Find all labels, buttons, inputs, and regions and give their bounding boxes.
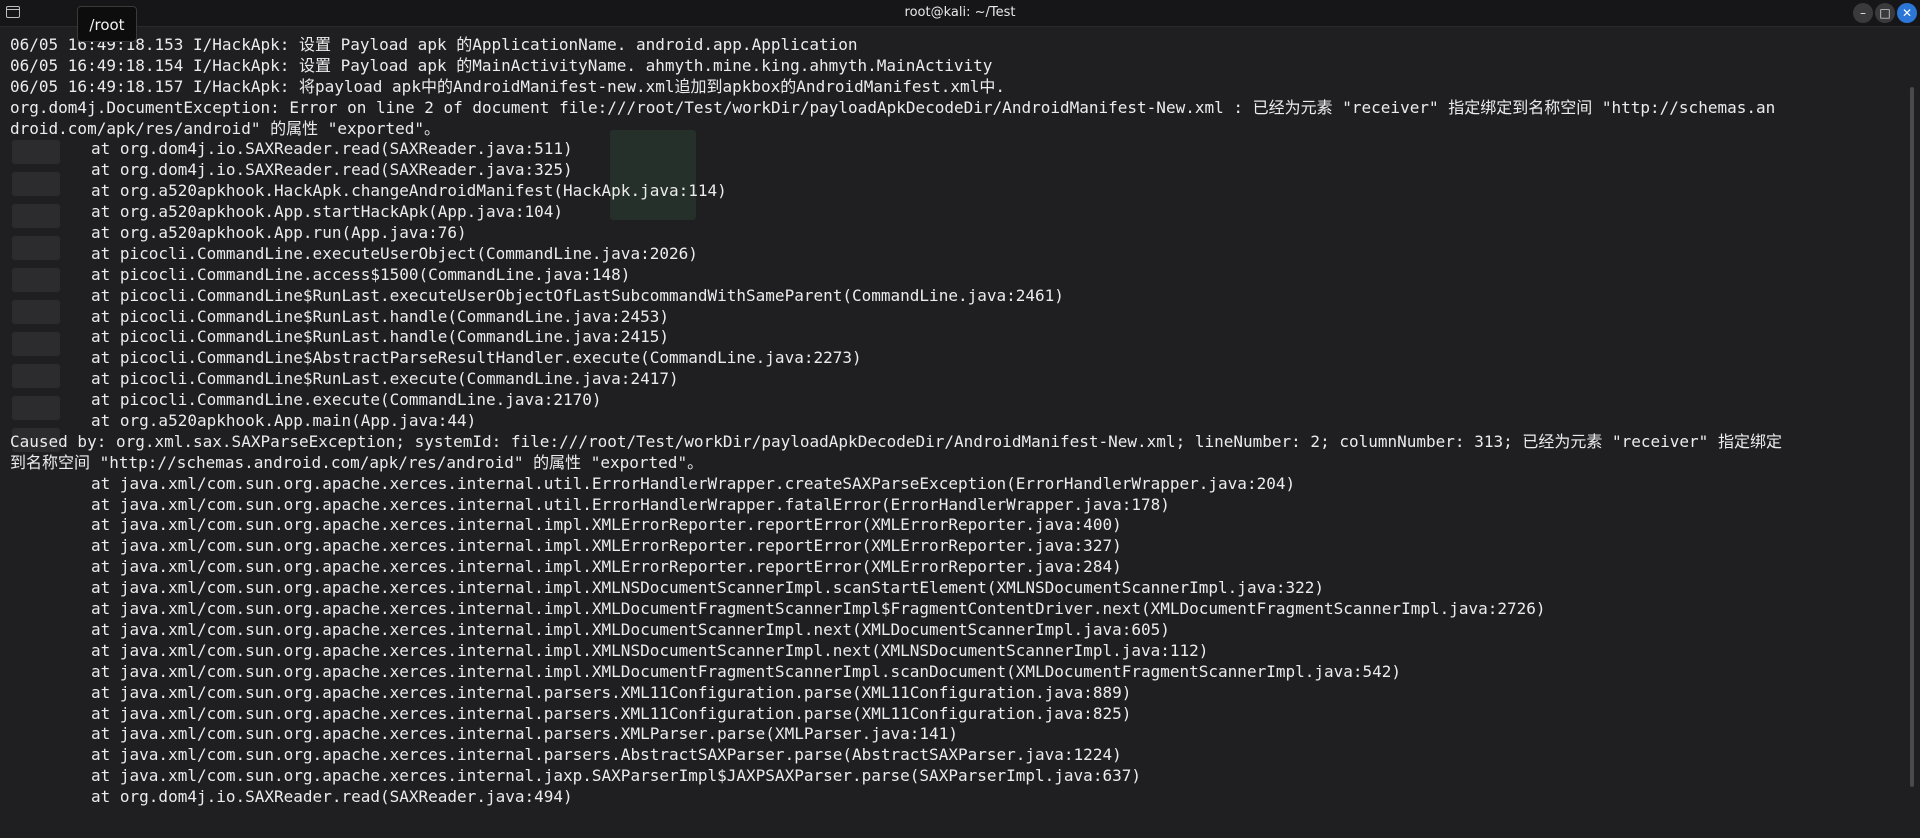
scrollbar-thumb[interactable] [1910,87,1914,787]
stack-frame: at java.xml/com.sun.org.apache.xerces.in… [91,682,1132,702]
stack-frame: at org.a520apkhook.App.main(App.java:44) [91,411,477,431]
stack-frame: at picocli.CommandLine.access$1500(Comma… [91,264,631,284]
stack-frame: at java.xml/com.sun.org.apache.xerces.in… [91,494,1170,514]
stack-frame: at org.dom4j.io.SAXReader.read(SAXReader… [91,139,573,159]
stack-frame: at picocli.CommandLine$AbstractParseResu… [91,348,862,368]
log-line: 06/05 16:49:18.153 I/HackApk: 设置 Payload… [10,35,858,54]
stack-frame: at picocli.CommandLine$RunLast.execute(C… [91,369,679,389]
stack-frame: at org.dom4j.io.SAXReader.read(SAXReader… [91,787,573,807]
maximize-button[interactable]: □ [1875,3,1895,23]
caused-by-line: Caused by: org.xml.sax.SAXParseException… [10,431,1782,451]
terminal-scrollbar[interactable] [1907,27,1918,838]
stack-frame: at picocli.CommandLine$RunLast.handle(Co… [91,306,669,326]
stack-frame: at org.a520apkhook.App.startHackApk(App.… [91,202,564,222]
stack-frame: at org.a520apkhook.App.run(App.java:76) [91,223,467,243]
exception-line: org.dom4j.DocumentException: Error on li… [10,97,1776,117]
stack-frame: at java.xml/com.sun.org.apache.xerces.in… [91,536,1122,556]
stack-frame: at org.dom4j.io.SAXReader.read(SAXReader… [91,160,573,180]
terminal-window: root@kali: ~/Test – □ ✕ /root 06/05 16:4… [0,0,1920,838]
stack-frame: at java.xml/com.sun.org.apache.xerces.in… [91,557,1122,577]
close-button[interactable]: ✕ [1897,3,1917,23]
window-title: root@kali: ~/Test [904,5,1016,20]
caused-by-line: 到名称空间 "http://schemas.android.com/apk/re… [10,452,704,472]
terminal-output[interactable]: 06/05 16:49:18.153 I/HackApk: 设置 Payload… [0,27,1900,838]
stack-frame: at java.xml/com.sun.org.apache.xerces.in… [91,703,1132,723]
stack-frame: at java.xml/com.sun.org.apache.xerces.in… [91,619,1170,639]
log-line: 06/05 16:49:18.157 I/HackApk: 将payload a… [10,76,1005,96]
minimize-button[interactable]: – [1853,3,1873,23]
path-tooltip: /root [77,6,137,42]
stack-frame: at picocli.CommandLine$RunLast.executeUs… [91,285,1064,305]
stack-frame: at java.xml/com.sun.org.apache.xerces.in… [91,515,1122,535]
stack-frame: at picocli.CommandLine.execute(CommandLi… [91,390,602,410]
stack-frame: at java.xml/com.sun.org.apache.xerces.in… [91,599,1546,619]
stack-frame: at picocli.CommandLine.executeUserObject… [91,243,698,263]
stack-frame: at java.xml/com.sun.org.apache.xerces.in… [91,661,1402,681]
stack-frame: at java.xml/com.sun.org.apache.xerces.in… [91,766,1141,786]
log-line: 06/05 16:49:18.154 I/HackApk: 设置 Payload… [10,55,993,75]
stack-frame: at java.xml/com.sun.org.apache.xerces.in… [91,578,1324,598]
stack-frame: at java.xml/com.sun.org.apache.xerces.in… [91,640,1209,660]
stack-frame: at java.xml/com.sun.org.apache.xerces.in… [91,745,1122,765]
stack-frame: at picocli.CommandLine$RunLast.handle(Co… [91,327,669,347]
title-bar[interactable]: root@kali: ~/Test – □ ✕ [0,0,1920,27]
exception-line: droid.com/apk/res/android" 的属性 "exported… [10,118,441,138]
stack-frame: at org.a520apkhook.HackApk.changeAndroid… [91,181,727,201]
stack-frame: at java.xml/com.sun.org.apache.xerces.in… [91,473,1296,493]
stack-frame: at java.xml/com.sun.org.apache.xerces.in… [91,724,958,744]
